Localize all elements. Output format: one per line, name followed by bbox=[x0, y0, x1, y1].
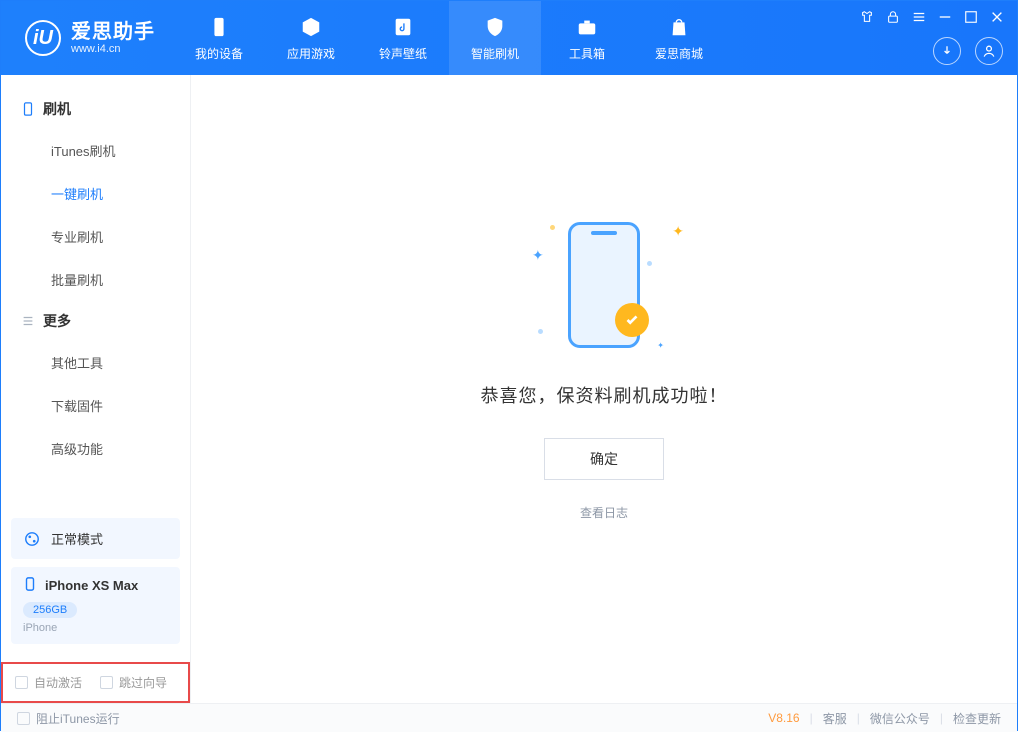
footer-link-update[interactable]: 检查更新 bbox=[953, 710, 1001, 727]
checkbox-auto-activate[interactable]: 自动激活 bbox=[15, 674, 82, 691]
device-storage-badge: 256GB bbox=[23, 602, 77, 618]
status-bar: 阻止iTunes运行 V8.16 | 客服 | 微信公众号 | 检查更新 bbox=[1, 703, 1017, 732]
nav-my-device[interactable]: 我的设备 bbox=[173, 1, 265, 75]
lock-icon[interactable] bbox=[885, 9, 901, 25]
footer-link-support[interactable]: 客服 bbox=[823, 710, 847, 727]
nav-label: 铃声壁纸 bbox=[379, 45, 427, 62]
app-body: 刷机 iTunes刷机 一键刷机 专业刷机 批量刷机 更多 其他工具 下载固件 … bbox=[1, 75, 1017, 703]
close-button[interactable] bbox=[989, 9, 1005, 25]
main-content: ✦ ✦ ✦ 恭喜您，保资料刷机成功啦！ 确定 查看日志 bbox=[191, 75, 1017, 703]
maximize-button[interactable] bbox=[963, 9, 979, 25]
sparkle-icon: ✦ bbox=[532, 247, 544, 264]
phone-icon bbox=[568, 222, 640, 348]
checkbox-skip-guide[interactable]: 跳过向导 bbox=[100, 674, 167, 691]
checkbox-box-icon bbox=[100, 676, 113, 689]
minimize-button[interactable] bbox=[937, 9, 953, 25]
menu-icon[interactable] bbox=[911, 9, 927, 25]
device-name-label: iPhone XS Max bbox=[45, 578, 138, 593]
mode-card[interactable]: 正常模式 bbox=[11, 518, 180, 559]
sidebar-section-more: 更多 bbox=[1, 301, 190, 341]
list-icon bbox=[21, 314, 35, 328]
section-title: 更多 bbox=[43, 311, 71, 331]
dot-icon bbox=[538, 329, 543, 334]
success-message: 恭喜您，保资料刷机成功啦！ bbox=[481, 382, 728, 408]
nav-label: 智能刷机 bbox=[471, 45, 519, 62]
sidebar-item-other-tools[interactable]: 其他工具 bbox=[1, 341, 190, 384]
window-controls bbox=[859, 9, 1005, 25]
sidebar-item-advanced[interactable]: 高级功能 bbox=[1, 427, 190, 470]
nav-smart-flash[interactable]: 智能刷机 bbox=[449, 1, 541, 75]
device-card[interactable]: iPhone XS Max 256GB iPhone bbox=[11, 567, 180, 644]
sparkle-icon: ✦ bbox=[657, 341, 664, 350]
sidebar-item-batch-flash[interactable]: 批量刷机 bbox=[1, 258, 190, 301]
device-phone-icon bbox=[23, 577, 37, 594]
sidebar-item-download-firmware[interactable]: 下载固件 bbox=[1, 384, 190, 427]
shopping-bag-icon bbox=[667, 15, 691, 39]
nav-apps-games[interactable]: 应用游戏 bbox=[265, 1, 357, 75]
footer-right: V8.16 | 客服 | 微信公众号 | 检查更新 bbox=[768, 710, 1001, 727]
nav-store[interactable]: 爱思商城 bbox=[633, 1, 725, 75]
mode-label: 正常模式 bbox=[51, 529, 103, 548]
version-label: V8.16 bbox=[768, 711, 799, 725]
checkbox-label: 跳过向导 bbox=[119, 674, 167, 691]
check-badge-icon bbox=[615, 303, 649, 337]
nav-label: 应用游戏 bbox=[287, 45, 335, 62]
sidebar-section-flash: 刷机 bbox=[1, 89, 190, 129]
user-button[interactable] bbox=[975, 37, 1003, 65]
shirt-icon[interactable] bbox=[859, 9, 875, 25]
checkbox-label: 自动激活 bbox=[34, 674, 82, 691]
checkbox-block-itunes[interactable]: 阻止iTunes运行 bbox=[17, 710, 120, 727]
mode-icon bbox=[23, 530, 41, 548]
nav-label: 我的设备 bbox=[195, 45, 243, 62]
phone-icon bbox=[21, 102, 35, 116]
cube-icon bbox=[299, 15, 323, 39]
logo-area: iU 爱思助手 www.i4.cn bbox=[1, 1, 173, 75]
checkbox-box-icon bbox=[15, 676, 28, 689]
app-header: iU 爱思助手 www.i4.cn 我的设备 应用游戏 铃声壁纸 智能刷机 工具… bbox=[1, 1, 1017, 75]
nav-label: 爱思商城 bbox=[655, 45, 703, 62]
view-log-link[interactable]: 查看日志 bbox=[580, 504, 628, 521]
toolbox-icon bbox=[575, 15, 599, 39]
section-title: 刷机 bbox=[43, 99, 71, 119]
nav-label: 工具箱 bbox=[569, 45, 605, 62]
sidebar-item-pro-flash[interactable]: 专业刷机 bbox=[1, 215, 190, 258]
dot-icon bbox=[647, 261, 652, 266]
device-icon bbox=[207, 15, 231, 39]
sidebar-item-itunes-flash[interactable]: iTunes刷机 bbox=[1, 129, 190, 172]
flash-options-highlight: 自动激活 跳过向导 bbox=[1, 662, 190, 703]
device-os-label: iPhone bbox=[23, 622, 168, 634]
ok-button[interactable]: 确定 bbox=[544, 438, 664, 480]
nav-toolbox[interactable]: 工具箱 bbox=[541, 1, 633, 75]
shield-refresh-icon bbox=[483, 15, 507, 39]
main-nav: 我的设备 应用游戏 铃声壁纸 智能刷机 工具箱 爱思商城 bbox=[173, 1, 725, 75]
sidebar-bottom: 正常模式 iPhone XS Max 256GB iPhone bbox=[1, 518, 190, 654]
checkbox-label: 阻止iTunes运行 bbox=[36, 710, 120, 727]
footer-link-wechat[interactable]: 微信公众号 bbox=[870, 710, 930, 727]
checkbox-box-icon bbox=[17, 712, 30, 725]
app-name: 爱思助手 bbox=[71, 21, 155, 43]
sidebar-item-onekey-flash[interactable]: 一键刷机 bbox=[1, 172, 190, 215]
header-actions bbox=[933, 37, 1003, 65]
sparkle-icon: ✦ bbox=[672, 223, 684, 240]
nav-ringtones-wallpapers[interactable]: 铃声壁纸 bbox=[357, 1, 449, 75]
success-illustration: ✦ ✦ ✦ bbox=[524, 217, 684, 352]
app-url: www.i4.cn bbox=[71, 43, 155, 55]
music-icon bbox=[391, 15, 415, 39]
dot-icon bbox=[550, 225, 555, 230]
download-button[interactable] bbox=[933, 37, 961, 65]
app-logo-icon: iU bbox=[25, 20, 61, 56]
sidebar: 刷机 iTunes刷机 一键刷机 专业刷机 批量刷机 更多 其他工具 下载固件 … bbox=[1, 75, 191, 703]
